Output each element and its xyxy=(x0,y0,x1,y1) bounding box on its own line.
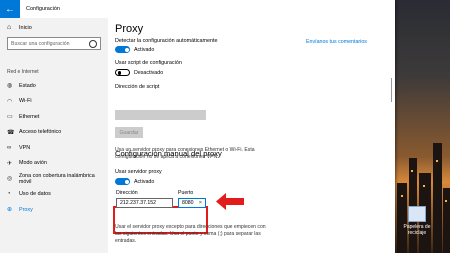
sidebar-item-label: Wi-Fi xyxy=(19,98,32,105)
sidebar-item-hotspot[interactable]: ◎ Zona con cobertura inalámbrica móvil xyxy=(0,171,108,187)
use-script-label: Usar script de configuración xyxy=(115,60,182,66)
sidebar-item-label: Ethernet xyxy=(19,113,40,120)
sidebar: ⌂ Inicio Buscar una configuración Red e … xyxy=(0,18,108,253)
sidebar-nav: ◍ Estado ◠ Wi-Fi ▭ Ethernet ☎ Acceso tel… xyxy=(0,78,108,218)
recycle-bin-shortcut[interactable]: Papelera de reciclaje xyxy=(401,206,433,236)
window-title: Configuración xyxy=(26,6,60,12)
back-arrow-icon: ← xyxy=(5,3,15,15)
wifi-icon: ◠ xyxy=(7,98,13,105)
sidebar-item-uso-de-datos[interactable]: ◔ Uso de datos xyxy=(0,187,108,203)
title-bar: ← Configuración xyxy=(0,0,395,19)
city-light xyxy=(445,200,447,202)
data-usage-icon: ◔ xyxy=(7,191,11,198)
search-icon xyxy=(89,39,97,48)
globe-icon: ◍ xyxy=(7,83,13,90)
clear-icon[interactable]: × xyxy=(199,200,202,206)
script-address-input[interactable] xyxy=(115,110,206,120)
use-script-state: Desactivado xyxy=(134,70,164,76)
sidebar-item-label: Modo avión xyxy=(19,160,47,167)
sidebar-item-proxy[interactable]: ⊕ Proxy xyxy=(0,202,108,218)
search-input[interactable]: Buscar una configuración xyxy=(7,37,101,50)
script-address-label: Dirección de script xyxy=(115,84,160,90)
address-value: 212.237.37.152 xyxy=(120,200,157,206)
city-light xyxy=(423,185,425,187)
home-label: Inicio xyxy=(19,24,32,31)
phone-icon: ☎ xyxy=(7,129,15,136)
port-input[interactable]: 8080 × xyxy=(178,198,206,208)
main-content: Proxy Envíanos tus comentarios Detectar … xyxy=(108,18,395,253)
sidebar-item-label: VPN xyxy=(19,144,31,151)
auto-detect-label: Detectar la configuración automáticament… xyxy=(115,38,218,44)
section-label: Red e Internet xyxy=(7,69,39,75)
sidebar-item-label: Uso de datos xyxy=(19,191,51,198)
vpn-icon: ∞ xyxy=(7,144,12,151)
save-button[interactable]: Guardar xyxy=(115,127,143,138)
sidebar-item-wifi[interactable]: ◠ Wi-Fi xyxy=(0,94,108,110)
hotspot-icon: ◎ xyxy=(7,176,13,183)
sidebar-item-ethernet[interactable]: ▭ Ethernet xyxy=(0,109,108,125)
city-light xyxy=(401,195,403,197)
port-label: Puerto xyxy=(178,190,194,196)
page-title: Proxy xyxy=(115,23,144,35)
use-proxy-label: Usar servidor proxy xyxy=(115,169,162,175)
airplane-icon: ✈ xyxy=(7,160,13,167)
ethernet-icon: ▭ xyxy=(7,114,13,121)
recycle-bin-icon xyxy=(408,206,426,222)
sidebar-item-label: Zona con cobertura inalámbrica móvil xyxy=(18,172,95,185)
toggle-knob xyxy=(124,179,129,184)
port-value: 8080 xyxy=(182,200,194,206)
sidebar-item-acceso-telefonico[interactable]: ☎ Acceso telefónico xyxy=(0,125,108,141)
use-script-toggle[interactable] xyxy=(115,69,130,76)
back-button[interactable]: ← xyxy=(0,0,20,18)
sidebar-item-vpn[interactable]: ∞ VPN xyxy=(0,140,108,156)
sidebar-item-label: Estado xyxy=(19,82,36,89)
use-proxy-state: Activado xyxy=(134,179,155,185)
auto-detect-state: Activado xyxy=(134,47,155,53)
building xyxy=(443,188,450,253)
scrollbar[interactable] xyxy=(391,78,392,102)
address-input[interactable]: 212.237.37.152 xyxy=(116,198,173,208)
manual-description-2: configuración no se aplica a conexiones … xyxy=(115,154,219,160)
proxy-icon: ⊕ xyxy=(7,207,13,214)
sidebar-item-estado[interactable]: ◍ Estado xyxy=(0,78,108,94)
toggle-knob xyxy=(117,71,121,75)
feedback-link[interactable]: Envíanos tus comentarios xyxy=(306,39,367,45)
sidebar-home[interactable]: ⌂ Inicio xyxy=(0,18,108,31)
sidebar-item-modo-avion[interactable]: ✈ Modo avión xyxy=(0,156,108,172)
exceptions-text-3: entradas. xyxy=(115,238,137,244)
settings-window: ← Configuración ⌂ Inicio Buscar una conf… xyxy=(0,0,395,253)
recycle-bin-label: Papelera de reciclaje xyxy=(403,224,431,236)
sidebar-item-label: Proxy xyxy=(19,206,33,213)
city-light xyxy=(436,160,438,162)
red-arrow-icon xyxy=(216,193,244,210)
auto-detect-toggle[interactable] xyxy=(115,46,130,53)
search-placeholder: Buscar una configuración xyxy=(11,40,70,47)
sidebar-item-label: Acceso telefónico xyxy=(19,129,62,136)
exceptions-text-2: las siguientes entradas. Usa el punto y … xyxy=(115,231,261,237)
use-proxy-toggle[interactable] xyxy=(115,178,130,185)
city-light xyxy=(411,170,413,172)
toggle-knob xyxy=(124,47,129,52)
home-icon: ⌂ xyxy=(7,24,12,31)
address-label: Dirección xyxy=(116,190,138,196)
